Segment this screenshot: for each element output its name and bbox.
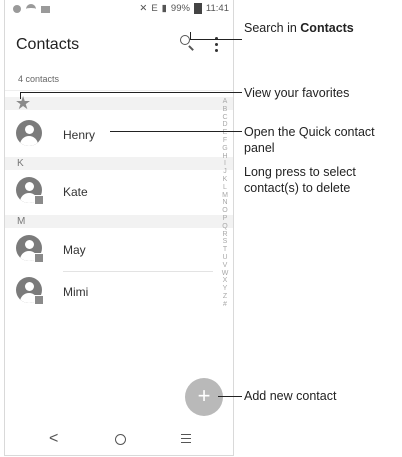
status-bar: ✕ E ▮ 99% 11:41 xyxy=(5,0,233,20)
section-header-m: M xyxy=(5,215,233,228)
notification-dot-icon xyxy=(13,5,21,13)
contact-name: Kate xyxy=(63,185,88,199)
callout-search: Search in Contacts xyxy=(244,21,354,35)
section-letter: K xyxy=(17,158,24,169)
avatar xyxy=(16,120,42,146)
callout-tick-favorites xyxy=(20,92,21,99)
callout-favorites: View your favorites xyxy=(244,86,350,100)
navigation-bar: < xyxy=(5,426,233,454)
search-button[interactable] xyxy=(177,32,199,54)
callout-line-favorites xyxy=(20,92,242,93)
callout-quick-contact: Open the Quick contact panel xyxy=(244,125,375,155)
back-button[interactable]: < xyxy=(49,430,58,448)
divider xyxy=(5,90,233,91)
alphabet-index-scroller[interactable]: A B C D E F G H I J K L M N O P Q R S T U V W X Y Z # xyxy=(219,98,231,309)
callout-line-add-contact xyxy=(218,396,242,397)
contact-row-kate[interactable]: Kate xyxy=(5,172,215,212)
search-icon xyxy=(180,35,190,45)
contact-name: May xyxy=(63,243,86,257)
clock: 11:41 xyxy=(205,3,229,14)
battery-icon xyxy=(193,3,202,14)
add-contact-button[interactable]: + xyxy=(185,378,223,416)
signal-label: E xyxy=(151,3,158,14)
signal-icon: ▮ xyxy=(161,3,167,14)
callout-long-press: Long press to select contact(s) to delet… xyxy=(244,165,356,195)
star-icon: ★ xyxy=(15,93,32,113)
section-letter: M xyxy=(17,216,26,227)
sim-icon xyxy=(34,195,44,205)
status-system-icons: ✕ E ▮ 99% 11:41 xyxy=(139,3,229,14)
contact-row-henry[interactable]: Henry xyxy=(5,115,215,155)
callout-tick-search xyxy=(190,32,191,40)
image-icon xyxy=(41,5,50,13)
favorites-header[interactable]: ★ xyxy=(5,93,233,113)
callout-line-search xyxy=(190,39,242,40)
home-button[interactable] xyxy=(115,434,126,445)
callout-add-contact: Add new contact xyxy=(244,389,337,403)
contact-name: Henry xyxy=(63,128,96,142)
section-header-k: K xyxy=(5,157,233,170)
more-options-button[interactable] xyxy=(209,34,223,54)
contact-row-may[interactable]: May xyxy=(5,230,215,270)
app-bar: Contacts xyxy=(5,22,233,66)
sim-icon xyxy=(34,295,44,305)
wifi-icon xyxy=(26,4,36,14)
contact-name: Mimi xyxy=(63,285,89,299)
battery-percent: 99% xyxy=(170,3,190,14)
status-notification-icons xyxy=(13,4,50,14)
callout-line-quick-contact xyxy=(110,131,242,132)
mute-icon: ✕ xyxy=(139,3,148,14)
contact-count: 4 contacts xyxy=(18,74,60,84)
phone-screen: ✕ E ▮ 99% 11:41 Contacts 4 contacts ★ He… xyxy=(4,0,234,456)
sim-icon xyxy=(34,253,44,263)
contact-row-mimi[interactable]: Mimi xyxy=(5,272,215,312)
recents-button[interactable] xyxy=(181,434,191,446)
page-title: Contacts xyxy=(16,36,80,53)
